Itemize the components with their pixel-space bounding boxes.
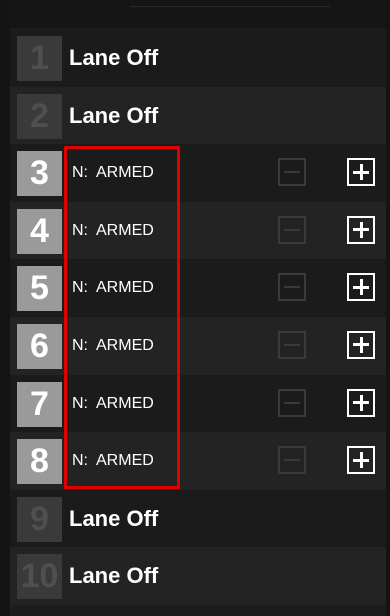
plus-square-icon[interactable]	[347, 158, 375, 187]
plus-square-icon[interactable]	[347, 273, 375, 302]
lane-number: 1	[17, 36, 62, 81]
minus-square-icon[interactable]	[278, 273, 306, 302]
header-divider	[130, 6, 330, 7]
lane-row-3[interactable]: 3 N: ARMED	[10, 144, 386, 202]
minus-square-icon[interactable]	[278, 158, 306, 187]
minus-square-icon[interactable]	[278, 388, 306, 417]
lane-row-2[interactable]: 2 Lane Off	[10, 86, 386, 145]
plus-square-icon[interactable]	[347, 446, 375, 475]
lane-number: 2	[17, 93, 62, 139]
lane-status: N: ARMED	[72, 164, 154, 182]
lane-number: 9	[17, 496, 62, 542]
minus-square-icon[interactable]	[278, 446, 306, 475]
lane-number: 7	[17, 381, 62, 427]
lane-row-6[interactable]: 6 N: ARMED	[10, 316, 386, 375]
panel-header	[10, 0, 386, 28]
lane-number: 3	[17, 151, 62, 197]
minus-square-icon[interactable]	[278, 215, 306, 244]
plus-square-icon[interactable]	[347, 388, 375, 417]
plus-square-icon[interactable]	[347, 330, 375, 359]
lane-off-label: Lane Off	[69, 505, 159, 531]
lane-number: 6	[17, 323, 62, 369]
lane-off-label: Lane Off	[69, 45, 159, 70]
lane-status: N: ARMED	[72, 394, 154, 412]
lane-status: N: ARMED	[72, 221, 154, 239]
lane-row-8[interactable]: 8 N: ARMED	[10, 432, 386, 490]
lane-status: N: ARMED	[72, 452, 154, 470]
lane-row-1[interactable]: 1 Lane Off	[10, 29, 386, 87]
plus-square-icon[interactable]	[347, 215, 375, 244]
lane-number: 10	[17, 554, 62, 600]
lane-row-10[interactable]: 10 Lane Off	[10, 547, 386, 605]
lane-number: 4	[17, 208, 62, 254]
lane-list: 1 Lane Off 2 Lane Off 3 N: ARMED 4 N: AR…	[10, 29, 386, 605]
lane-status: N: ARMED	[72, 279, 154, 297]
lane-number: 8	[17, 439, 62, 485]
minus-square-icon[interactable]	[278, 330, 306, 359]
lane-row-4[interactable]: 4 N: ARMED	[10, 201, 386, 260]
lane-number: 5	[17, 266, 62, 312]
lane-off-label: Lane Off	[69, 102, 159, 128]
lane-off-label: Lane Off	[69, 563, 159, 589]
lane-row-9[interactable]: 9 Lane Off	[10, 489, 386, 548]
lane-status: N: ARMED	[72, 336, 154, 354]
lane-row-7[interactable]: 7 N: ARMED	[10, 374, 386, 433]
lane-row-5[interactable]: 5 N: ARMED	[10, 259, 386, 317]
